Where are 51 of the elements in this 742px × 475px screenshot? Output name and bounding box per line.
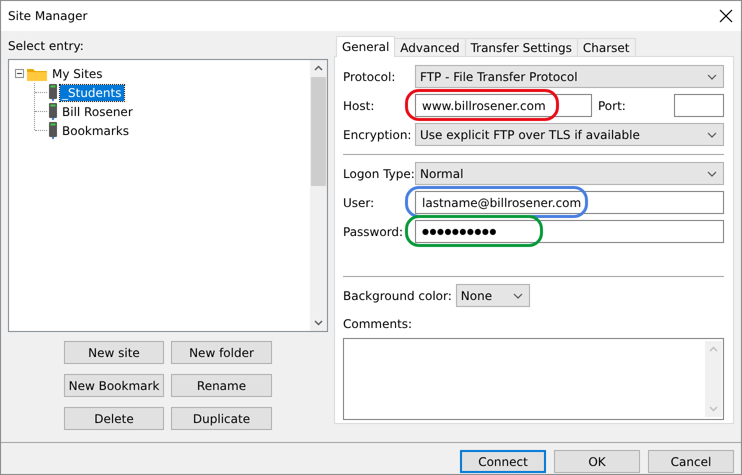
tab[interactable]: General bbox=[336, 36, 396, 57]
tab[interactable]: Transfer Settings bbox=[464, 38, 578, 56]
field-label: Comments: bbox=[343, 317, 414, 331]
field-label: User: bbox=[343, 196, 376, 210]
site-button[interactable]: Duplicate bbox=[171, 407, 272, 430]
input-field[interactable]: ●●●●●●●●●● bbox=[415, 220, 724, 243]
scroll-up-icon bbox=[314, 64, 323, 73]
tab[interactable]: Charset bbox=[576, 38, 636, 56]
scroll-down-icon bbox=[314, 318, 323, 327]
field-label: Protocol: bbox=[343, 70, 396, 84]
server-icon bbox=[49, 103, 57, 120]
folder-icon bbox=[27, 66, 47, 81]
scroll-down-icon bbox=[709, 404, 718, 413]
input-field[interactable]: www.billrosener.com bbox=[415, 94, 592, 117]
collapse-icon[interactable] bbox=[15, 69, 24, 78]
server-icon bbox=[49, 84, 57, 101]
tree-item[interactable]: Bookmarks bbox=[60, 122, 132, 138]
field-label: Background color: bbox=[343, 288, 452, 302]
input-field[interactable] bbox=[674, 94, 724, 117]
chevron-down-icon bbox=[707, 74, 717, 80]
site-button[interactable]: New Bookmark bbox=[64, 374, 164, 397]
field-label: Logon Type: bbox=[343, 166, 415, 180]
field-label: Encryption: bbox=[343, 128, 412, 142]
field-label: Port: bbox=[598, 98, 627, 112]
site-button[interactable]: Rename bbox=[171, 374, 272, 397]
site-button[interactable]: Delete bbox=[64, 407, 164, 430]
chevron-down-icon bbox=[707, 170, 717, 176]
tree-label: Select entry: bbox=[8, 39, 85, 53]
comments-field[interactable] bbox=[343, 338, 724, 420]
chevron-down-icon bbox=[512, 292, 523, 298]
dropdown[interactable]: FTP - File Transfer Protocol bbox=[415, 65, 724, 88]
tree-item[interactable]: _Students bbox=[60, 84, 124, 100]
scrollbar[interactable] bbox=[310, 60, 327, 331]
tree-item[interactable]: My Sites bbox=[50, 66, 105, 82]
server-icon bbox=[49, 122, 57, 139]
field-label: Host: bbox=[343, 98, 376, 112]
window-title: Site Manager bbox=[8, 9, 88, 23]
site-button[interactable]: New folder bbox=[171, 341, 272, 364]
close-icon bbox=[719, 9, 733, 23]
input-field[interactable]: lastname@billrosener.com bbox=[415, 191, 724, 214]
dropdown[interactable]: Normal bbox=[415, 162, 724, 185]
dialog-button[interactable]: Cancel bbox=[648, 450, 734, 473]
site-button[interactable]: New site bbox=[64, 341, 164, 364]
scroll-up-icon bbox=[709, 345, 718, 354]
field-label: Password: bbox=[343, 224, 404, 238]
dropdown[interactable]: Use explicit FTP over TLS if available bbox=[415, 123, 724, 146]
chevron-down-icon bbox=[707, 132, 717, 138]
dropdown[interactable]: None bbox=[456, 284, 530, 307]
dialog-button[interactable]: OK bbox=[554, 450, 640, 473]
dialog-button[interactable]: Connect bbox=[460, 450, 546, 473]
tree-item[interactable]: Bill Rosener bbox=[60, 104, 135, 120]
